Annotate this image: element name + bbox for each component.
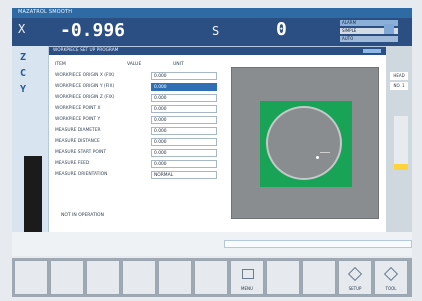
warning-indicator [394, 164, 408, 170]
header-item: ITEM [55, 62, 66, 67]
row-label: WORKPIECE ORIGIN Y (FIX) [55, 84, 115, 89]
panel-badge [363, 49, 381, 53]
axis-z: Z [20, 52, 27, 63]
fkey-5[interactable] [158, 260, 192, 295]
row-value: 0.000 [154, 107, 167, 112]
fkey-menu[interactable]: MENU [230, 260, 264, 295]
axis-x-readout: X -0.996 [18, 20, 128, 44]
row-field[interactable]: 0.000 [151, 138, 217, 146]
row-label: WORKPIECE ORIGIN X (FIX) [55, 73, 115, 78]
form-row: MEASURE START POINT 0.000 [55, 148, 229, 158]
row-value: 0.000 [154, 162, 167, 167]
row-field[interactable]: 0.000 [151, 127, 217, 135]
fkey-label: TOOL [385, 286, 397, 291]
row-field[interactable]: 0.000 [151, 116, 217, 124]
row-label: WORKPIECE POINT Y [55, 117, 101, 122]
fkey-2[interactable] [50, 260, 84, 295]
fkey-setup[interactable]: SETUP [338, 260, 372, 295]
axis-label: X [18, 22, 26, 36]
row-field[interactable]: 0.000 [151, 72, 217, 80]
head-tag: HEAD [390, 72, 408, 80]
header-unit: UNIT [173, 62, 184, 67]
info-grid [394, 116, 408, 164]
row-label: MEASURE DIAMETER [55, 128, 101, 133]
fkey-3[interactable] [86, 260, 120, 295]
axis-y: Y [20, 84, 27, 95]
bore-circle [266, 106, 342, 180]
row-label: WORKPIECE POINT X [55, 106, 101, 111]
row-value: 0.000 [154, 118, 167, 123]
mode-icon [384, 24, 394, 34]
feed-readout: 0 [260, 19, 320, 44]
fkey-8[interactable] [266, 260, 300, 295]
row-field[interactable]: 0.000 [151, 160, 217, 168]
form-row: WORKPIECE ORIGIN Z (FIX) 0.000 [55, 93, 229, 103]
form-row: MEASURE DIAMETER 0.000 [55, 126, 229, 136]
header-value: VALUE [127, 62, 142, 67]
fkey-label: MENU [241, 286, 253, 291]
row-label: MEASURE ORIENTATION [55, 172, 108, 177]
row-field[interactable]: 0.000 [151, 149, 217, 157]
setup-icon [347, 266, 363, 282]
row-value: 0.000 [154, 85, 167, 90]
form-row: MEASURE ORIENTATION NORMAL [55, 170, 229, 180]
row-label: MEASURE START POINT [55, 150, 107, 155]
row-label: WORKPIECE ORIGIN Z (FIX) [55, 95, 115, 100]
panel-title-bar: WORKPIECE SET UP PROGRAM [49, 47, 387, 55]
setup-form: ITEM VALUE UNIT WORKPIECE ORIGIN X (FIX)… [55, 61, 229, 227]
status-lines: ALARM SIMPLE AUTO [340, 20, 398, 44]
row-label: MEASURE FEED [55, 161, 90, 166]
spindle-label: S [212, 24, 220, 38]
row-value: 0.000 [154, 140, 167, 145]
row-value: 0.000 [154, 96, 167, 101]
row-field[interactable]: NORMAL [151, 171, 217, 179]
spindle-readout: S [212, 20, 257, 44]
form-row: MEASURE FEED 0.000 [55, 159, 229, 169]
form-row: WORKPIECE ORIGIN Y (FIX) 0.000 [55, 82, 229, 92]
menu-icon [242, 269, 254, 279]
message-field [224, 240, 412, 248]
axis-readout-bar: X -0.996 S 0 ALARM SIMPLE AUTO [12, 18, 412, 46]
fkey-tool[interactable]: TOOL [374, 260, 408, 295]
title-bar: MAZATROL SMOOTH [12, 8, 412, 18]
row-field[interactable]: 0.000 [151, 105, 217, 113]
row-value: 0.000 [154, 74, 167, 79]
fkey-1[interactable] [14, 260, 48, 295]
cnc-screen: MAZATROL SMOOTH X -0.996 S 0 ALARM SIMPL… [0, 0, 422, 301]
crosshair [320, 152, 330, 153]
status-text: NOT IN OPERATION [61, 213, 104, 218]
form-row: WORKPIECE POINT X 0.000 [55, 104, 229, 114]
form-row: MEASURE DISTANCE 0.000 [55, 137, 229, 147]
row-value: NORMAL [154, 173, 174, 178]
row-value: 0.000 [154, 151, 167, 156]
left-axis-column: Z C Y [12, 46, 48, 232]
panel-title: WORKPIECE SET UP PROGRAM [53, 48, 119, 53]
function-key-bar: MENU SETUP TOOL [12, 258, 412, 297]
status-message: NOT IN OPERATION [61, 213, 235, 221]
axis-value: -0.996 [60, 20, 126, 41]
feed-value: 0 [276, 19, 287, 40]
fkey-9[interactable] [302, 260, 336, 295]
row-field-active[interactable]: 0.000 [151, 83, 217, 91]
tool-icon [383, 266, 399, 282]
bottom-message-bar [12, 232, 412, 256]
form-row: WORKPIECE ORIGIN X (FIX) 0.000 [55, 71, 229, 81]
number-tag: NO. 1 [390, 82, 408, 90]
form-header: ITEM VALUE UNIT [55, 61, 229, 69]
side-display [24, 156, 42, 232]
axis-c: C [20, 68, 27, 79]
row-field[interactable]: 0.000 [151, 94, 217, 102]
setup-panel: WORKPIECE SET UP PROGRAM ITEM VALUE UNIT… [48, 46, 388, 234]
fkey-4[interactable] [122, 260, 156, 295]
fkey-6[interactable] [194, 260, 228, 295]
row-label: MEASURE DISTANCE [55, 139, 100, 144]
right-info-column: HEAD NO. 1 [386, 46, 412, 232]
status-line: AUTO [340, 36, 398, 42]
center-point [316, 156, 319, 159]
row-value: 0.000 [154, 129, 167, 134]
form-row: WORKPIECE POINT Y 0.000 [55, 115, 229, 125]
probe-preview [231, 67, 379, 219]
app-title: MAZATROL SMOOTH [18, 9, 73, 15]
fkey-label: SETUP [348, 286, 362, 291]
